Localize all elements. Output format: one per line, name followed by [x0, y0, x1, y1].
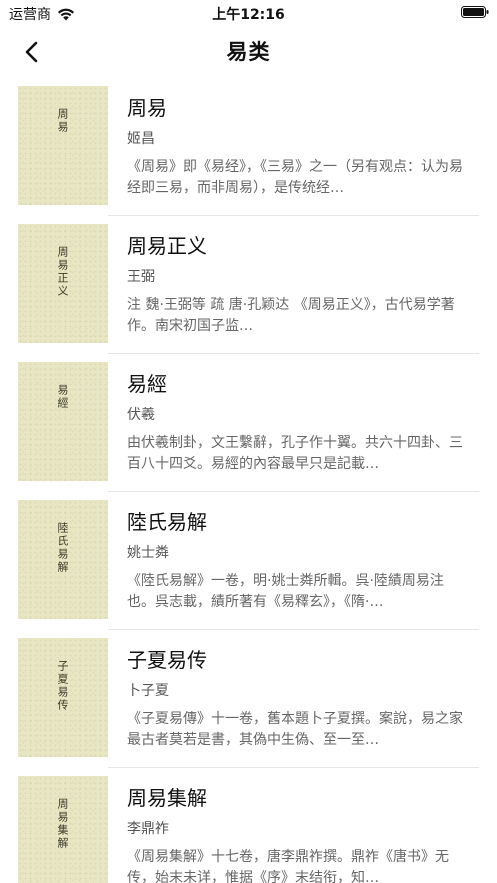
book-list-item[interactable]: 周易集解 周易集解 李鼎祚 《周易集解》十七卷，唐李鼎祚撰。鼎祚《唐书》无传，始… [0, 768, 497, 883]
book-list-item[interactable]: 子夏易传 子夏易传 卜子夏 《子夏易傳》十一卷，舊本題卜子夏撰。案說，易之家最古… [0, 630, 497, 768]
book-description: 注 魏·王弼等 疏 唐·孔颖达 《周易正义》，古代易学著作。南宋初国子监… [127, 297, 455, 334]
book-description: 《子夏易傳》十一卷，舊本題卜子夏撰。案說，易之家最古者莫若是書，其偽中生偽、至一… [127, 711, 463, 748]
book-title: 周易集解 [127, 786, 207, 810]
book-cover: 陸氏易解 [18, 500, 108, 619]
book-author: 王弼 [127, 269, 155, 285]
book-list-item[interactable]: 易經 易經 伏羲 由伏羲制卦，文王繫辭，孔子作十翼。共六十四卦、三百八十四爻。易… [0, 354, 497, 492]
cover-title: 周易集解 [56, 798, 69, 850]
book-list-item[interactable]: 周易正义 周易正义 王弼 注 魏·王弼等 疏 唐·孔颖达 《周易正义》，古代易学… [0, 216, 497, 354]
book-description: 由伏羲制卦，文王繫辭，孔子作十翼。共六十四卦、三百八十四爻。易經的內容最早只是記… [127, 435, 463, 472]
book-title: 易經 [127, 372, 167, 396]
book-list-item[interactable]: 陸氏易解 陸氏易解 姚士粦 《陸氏易解》一卷，明·姚士粦所輯。呉·陸績周易注也。… [0, 492, 497, 630]
book-author: 伏羲 [127, 407, 155, 423]
book-description: 《陸氏易解》一卷，明·姚士粦所輯。呉·陸績周易注也。呉志載，績所著有《易釋玄》，… [127, 573, 444, 610]
book-title: 周易 [127, 96, 167, 120]
book-cover: 子夏易传 [18, 638, 108, 757]
book-description: 《周易集解》十七卷，唐李鼎祚撰。鼎祚《唐书》无传，始末未详，惟据《序》末结衔，知… [127, 849, 449, 883]
book-title: 周易正义 [127, 234, 207, 258]
book-list: 周易 周易 姬昌 《周易》即《易经》，《三易》之一（另有观点：认为易经即三易，而… [0, 78, 497, 883]
book-description: 《周易》即《易经》，《三易》之一（另有观点：认为易经即三易，而非周易），是传统经… [127, 159, 463, 196]
book-author: 姚士粦 [127, 545, 169, 561]
cover-title: 周易正义 [56, 246, 69, 298]
status-bar: 运营商 上午12:16 [0, 0, 497, 26]
status-time: 上午12:16 [212, 7, 285, 23]
book-author: 姬昌 [127, 131, 155, 147]
book-list-item[interactable]: 周易 周易 姬昌 《周易》即《易经》，《三易》之一（另有观点：认为易经即三易，而… [0, 78, 497, 216]
cover-title: 周易 [56, 108, 69, 134]
battery-icon [461, 6, 489, 18]
book-title: 子夏易传 [127, 648, 207, 672]
cover-title: 子夏易传 [56, 660, 69, 712]
book-cover: 周易 [18, 86, 108, 205]
book-author: 李鼎祚 [127, 821, 169, 837]
book-author: 卜子夏 [127, 683, 169, 699]
book-title: 陸氏易解 [127, 510, 207, 534]
book-cover: 周易集解 [18, 776, 108, 883]
navigation-bar: 易类 [0, 26, 497, 78]
book-cover: 易經 [18, 362, 108, 481]
cover-title: 陸氏易解 [56, 522, 69, 574]
page-title: 易类 [226, 40, 271, 64]
book-cover: 周易正义 [18, 224, 108, 343]
cover-title: 易經 [56, 384, 69, 410]
